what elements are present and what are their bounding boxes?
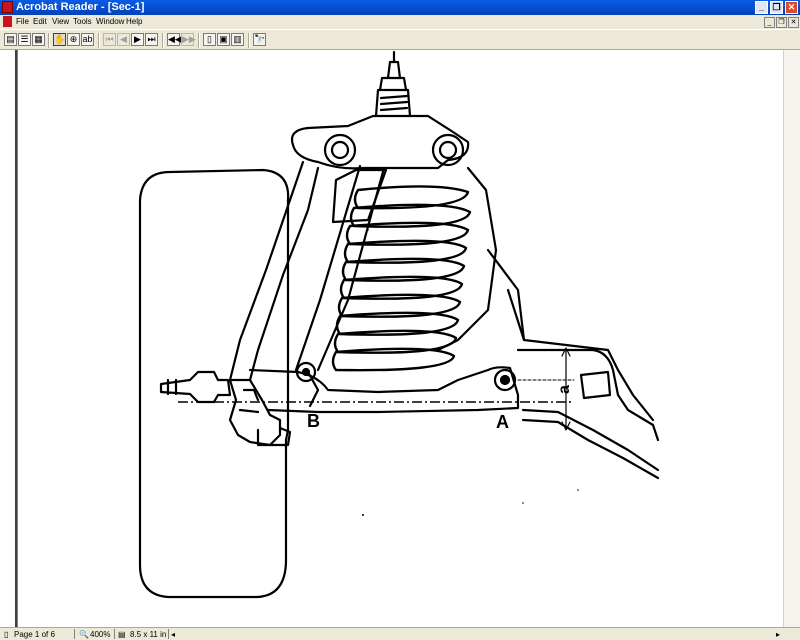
strut-arm xyxy=(228,160,305,382)
toolbar-separator xyxy=(198,33,200,48)
toolbar-separator xyxy=(248,33,250,48)
show-navigation-icon[interactable]: ▤ xyxy=(4,33,17,46)
zoom-level[interactable]: 400% xyxy=(90,630,110,639)
menu-edit[interactable]: Edit xyxy=(33,17,47,26)
menu-tools[interactable]: Tools xyxy=(73,17,92,26)
zoom-tool-icon[interactable]: ⊕ xyxy=(67,33,80,46)
status-separator xyxy=(114,629,115,639)
first-page-icon[interactable]: ⏮ xyxy=(103,33,116,46)
shock-body xyxy=(294,164,386,372)
last-page-icon[interactable]: ⏭ xyxy=(145,33,158,46)
maximize-button[interactable]: ❐ xyxy=(770,1,783,14)
scan-specks xyxy=(362,229,579,516)
spindle xyxy=(159,370,232,404)
fit-width-icon[interactable]: ▥ xyxy=(231,33,244,46)
document-view[interactable]: a A B xyxy=(18,50,783,627)
vertical-scrollbar[interactable] xyxy=(783,50,800,627)
doc-close-button[interactable]: ✕ xyxy=(788,17,799,28)
thumbnails-icon[interactable]: ▦ xyxy=(32,33,45,46)
actual-size-icon[interactable]: ▯ xyxy=(203,33,216,46)
find-icon[interactable]: 🔭 xyxy=(253,33,266,46)
status-separator xyxy=(168,629,169,639)
toolbar-separator xyxy=(48,33,50,48)
hand-tool-icon[interactable]: ✋ xyxy=(53,33,66,46)
zoom-icon: 🔍 xyxy=(79,630,89,639)
doc-minimize-button[interactable]: _ xyxy=(764,17,775,28)
navigation-pane-edge xyxy=(15,50,17,627)
label-b: B xyxy=(307,411,320,431)
page-size-icon: ▤ xyxy=(118,630,126,639)
scroll-left-icon[interactable]: ◂ xyxy=(171,630,175,639)
lower-control-arm xyxy=(248,366,520,414)
fit-page-icon[interactable]: ▣ xyxy=(217,33,230,46)
doc-restore-button[interactable]: ❐ xyxy=(776,17,787,28)
page-icon: ▯ xyxy=(4,630,9,639)
scroll-right-icon[interactable]: ▸ xyxy=(776,630,780,639)
page-size: 8.5 x 11 in xyxy=(130,630,167,639)
status-bar: ▯ Page 1 of 6 🔍 400% ▤ 8.5 x 11 in ◂ ▸ xyxy=(0,627,800,640)
label-a: A xyxy=(496,412,509,432)
go-forward-icon[interactable]: ▶▶ xyxy=(181,33,196,46)
upper-mount xyxy=(290,114,470,170)
page-indicator[interactable]: Page 1 of 6 xyxy=(14,630,55,639)
bookmarks-icon[interactable]: ☰ xyxy=(18,33,31,46)
menu-help[interactable]: Help xyxy=(126,17,142,26)
title-bar: Acrobat Reader - [Sec-1] _ ❐ ✕ xyxy=(0,0,800,15)
document-icon[interactable] xyxy=(3,16,12,27)
frame-slot xyxy=(579,370,612,400)
window-title: Acrobat Reader - [Sec-1] xyxy=(16,1,145,13)
toolbar-separator xyxy=(98,33,100,48)
coil-spring xyxy=(331,185,472,372)
toolbar-separator xyxy=(162,33,164,48)
navigation-pane[interactable] xyxy=(0,50,18,627)
menu-view[interactable]: View xyxy=(52,17,69,26)
menu-file[interactable]: File xyxy=(16,17,29,26)
label-a-dimension: a xyxy=(556,385,573,394)
menu-bar: File Edit View Tools Window Help _ ❐ ✕ xyxy=(0,15,800,29)
next-page-icon[interactable]: ▶ xyxy=(131,33,144,46)
acrobat-app-icon[interactable] xyxy=(2,1,13,13)
menu-window[interactable]: Window xyxy=(96,17,124,26)
status-separator xyxy=(74,629,75,639)
minimize-button[interactable]: _ xyxy=(755,1,768,14)
text-select-icon[interactable]: ab xyxy=(81,33,94,46)
toolbar: ▤ ☰ ▦ ✋ ⊕ ab ⏮ ◀ ▶ ⏭ ◀◀ ▶▶ ▯ ▣ ▥ 🔭 xyxy=(0,29,800,50)
suspension-drawing: a A B xyxy=(138,50,660,599)
previous-page-icon[interactable]: ◀ xyxy=(117,33,130,46)
go-back-icon[interactable]: ◀◀ xyxy=(167,33,182,46)
close-button[interactable]: ✕ xyxy=(785,1,798,14)
